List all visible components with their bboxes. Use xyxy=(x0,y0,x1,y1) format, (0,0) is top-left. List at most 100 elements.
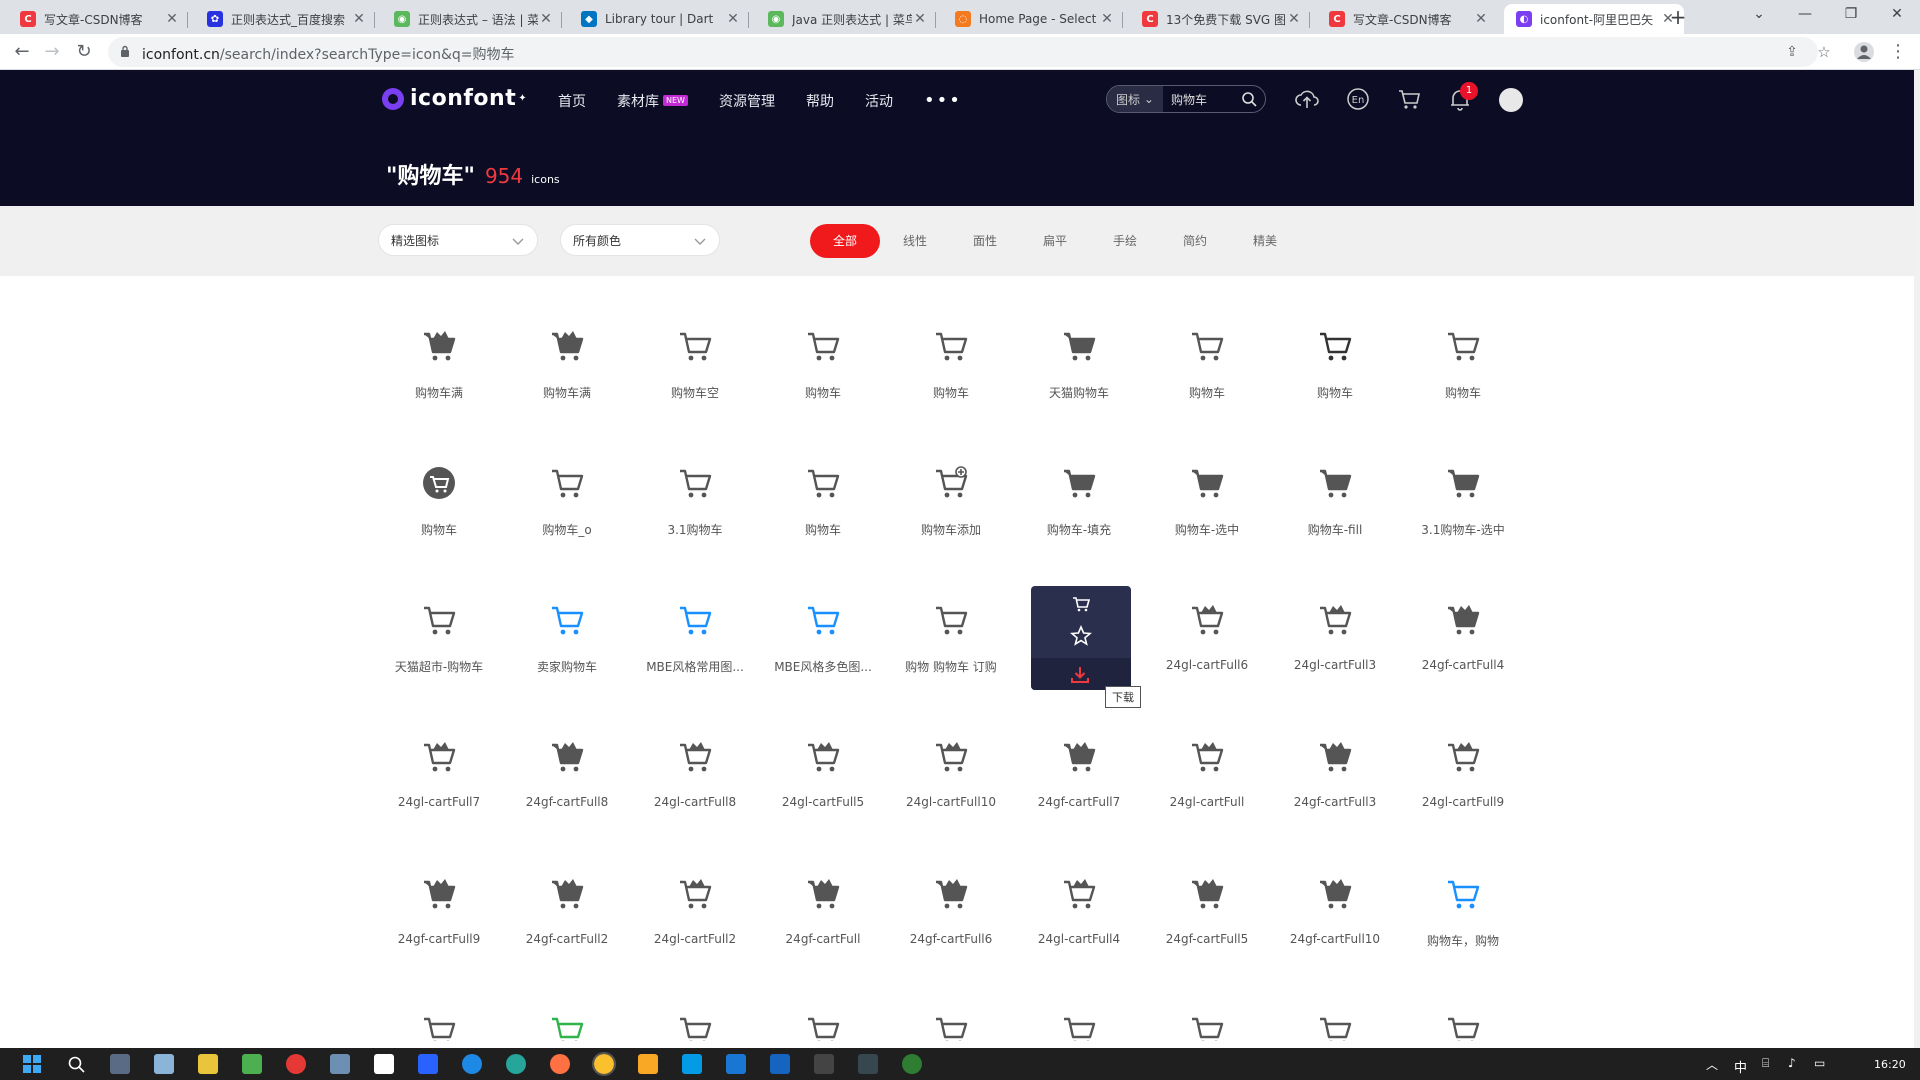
battery-icon[interactable]: ▭ xyxy=(1814,1056,1825,1070)
nav-home[interactable]: 首页 xyxy=(558,91,586,111)
icon-card[interactable]: 24gl-cartFull5 xyxy=(759,717,887,827)
icon-card[interactable]: 购物车 xyxy=(887,306,1015,416)
app-icon[interactable] xyxy=(198,1054,218,1074)
tab-close-icon[interactable]: ✕ xyxy=(1286,11,1302,27)
icon-card[interactable]: 24gf-cartFull9 xyxy=(375,854,503,964)
color-select[interactable]: 所有颜色 xyxy=(560,224,720,256)
icon-card[interactable]: 24gl-cartFull8 xyxy=(631,717,759,827)
browser-menu-icon[interactable]: ⋮ xyxy=(1886,40,1910,64)
back-icon[interactable]: ← xyxy=(10,40,34,64)
icon-card[interactable]: 购物车添加 xyxy=(887,443,1015,553)
tab-close-icon[interactable]: ✕ xyxy=(912,11,928,27)
wechat-app-icon[interactable] xyxy=(902,1054,922,1074)
clock-time[interactable]: 16:20 xyxy=(1874,1058,1906,1071)
icon-card[interactable]: 24gl-cartFull4 xyxy=(1015,854,1143,964)
icon-card[interactable]: 24gf-cartFull4 xyxy=(1399,580,1527,690)
browser-tab[interactable]: C 写文章-CSDN博客 ✕ xyxy=(8,4,188,34)
app-icon[interactable] xyxy=(242,1054,262,1074)
bookmark-star-icon[interactable]: ☆ xyxy=(1812,40,1836,64)
icon-card[interactable]: 24gl-cartFull10 xyxy=(887,717,1015,827)
nav-library[interactable]: 素材库 NEW xyxy=(617,91,688,111)
icon-card[interactable] xyxy=(503,991,631,1041)
app-icon[interactable] xyxy=(330,1054,350,1074)
icon-card[interactable] xyxy=(887,991,1015,1041)
nav-events[interactable]: 活动 xyxy=(865,91,893,111)
icon-card[interactable]: 购物 购物车 订购 xyxy=(887,580,1015,690)
mail-app-icon[interactable] xyxy=(682,1054,702,1074)
icon-type-select[interactable]: 精选图标 xyxy=(378,224,538,256)
icon-card[interactable] xyxy=(1399,991,1527,1041)
icon-card[interactable]: 24gl-cartFull xyxy=(1143,717,1271,827)
share-icon[interactable]: ⇪ xyxy=(1780,40,1804,64)
reload-icon[interactable]: ↻ xyxy=(72,40,96,64)
profile-icon[interactable] xyxy=(1852,40,1876,64)
search-type-select[interactable]: 图标 ⌄ xyxy=(1107,86,1163,112)
icon-card[interactable]: 24gf-cartFull7 xyxy=(1015,717,1143,827)
style-tab[interactable]: 精美 xyxy=(1230,224,1300,258)
browser-tab[interactable]: C 13个免费下载 SVG 图 ✕ xyxy=(1130,4,1310,34)
icon-card[interactable]: 购物车 xyxy=(1143,306,1271,416)
firefox-app-icon[interactable] xyxy=(550,1054,570,1074)
word-app-icon[interactable] xyxy=(770,1054,790,1074)
nav-help[interactable]: 帮助 xyxy=(806,91,834,111)
browser-tab[interactable]: ◉ Java 正则表达式 | 菜鸟 ✕ xyxy=(756,4,936,34)
tab-search-icon[interactable]: ⌄ xyxy=(1736,0,1782,30)
app-icon[interactable] xyxy=(418,1054,438,1074)
avatar[interactable] xyxy=(1499,88,1523,112)
minimize-icon[interactable]: — xyxy=(1782,0,1828,30)
icon-card[interactable]: 购物车 xyxy=(1399,306,1527,416)
icon-card[interactable]: 24gl-cartFull6 xyxy=(1143,580,1271,690)
icon-card[interactable]: 天猫超市-购物车 xyxy=(375,580,503,690)
icon-card[interactable]: 购物车-fill xyxy=(1271,443,1399,553)
add-to-cart-icon[interactable] xyxy=(1071,594,1091,614)
icon-card[interactable]: 24gl-cartFull9 xyxy=(1399,717,1527,827)
icon-card[interactable]: 24gf-cartFull3 xyxy=(1271,717,1399,827)
app-icon[interactable] xyxy=(462,1054,482,1074)
style-tab[interactable]: 扁平 xyxy=(1020,224,1090,258)
icon-card[interactable]: 24gl-cartFull7 xyxy=(375,717,503,827)
tab-close-icon[interactable]: ✕ xyxy=(725,11,741,27)
browser-tab[interactable]: ◆ Library tour | Dart ✕ xyxy=(569,4,749,34)
search-box[interactable]: 图标 ⌄ 购物车 xyxy=(1106,85,1266,113)
icon-card[interactable]: 24gf-cartFull5 xyxy=(1143,854,1271,964)
icon-card[interactable]: 购物车_o xyxy=(503,443,631,553)
tray-chevron-icon[interactable]: ︿ xyxy=(1706,1056,1718,1073)
edge-app-icon[interactable] xyxy=(506,1054,526,1074)
new-tab-button[interactable]: + xyxy=(1664,6,1692,30)
icon-card[interactable]: MBE风格多色图... xyxy=(759,580,887,690)
tab-close-icon[interactable]: ✕ xyxy=(538,11,554,27)
browser-tab[interactable]: ◌ Home Page - Select ✕ xyxy=(943,4,1123,34)
page-scrollbar[interactable] xyxy=(1914,70,1920,1048)
ime-indicator[interactable]: 中 xyxy=(1734,1057,1747,1076)
search-input[interactable]: 购物车 xyxy=(1171,91,1241,108)
icon-card[interactable]: 24gf-cartFull xyxy=(759,854,887,964)
language-en-icon[interactable]: En xyxy=(1345,86,1371,112)
style-tab[interactable]: 全部 xyxy=(810,224,880,258)
iconfont-logo[interactable]: iconfont ✦ xyxy=(382,86,527,111)
icon-card[interactable]: 24gf-cartFull6 xyxy=(887,854,1015,964)
icon-card[interactable]: 天猫购物车 xyxy=(1015,306,1143,416)
browser-tab[interactable]: ◉ 正则表达式 – 语法 | 菜 ✕ xyxy=(382,4,562,34)
icon-card[interactable] xyxy=(631,991,759,1041)
style-tab[interactable]: 简约 xyxy=(1160,224,1230,258)
icon-card[interactable]: 购物车，购物 xyxy=(1399,854,1527,964)
icon-card[interactable]: 购物车 xyxy=(1271,306,1399,416)
icon-card[interactable]: 购物车 xyxy=(759,306,887,416)
icon-card[interactable] xyxy=(759,991,887,1041)
tab-close-icon[interactable]: ✕ xyxy=(164,11,180,27)
icon-card[interactable]: 购物车满 xyxy=(375,306,503,416)
vscode-app-icon[interactable] xyxy=(726,1054,746,1074)
browser-tab[interactable]: ✿ 正则表达式_百度搜索 ✕ xyxy=(195,4,375,34)
more-menu-icon[interactable]: ••• xyxy=(924,90,962,111)
icon-card[interactable]: 购物车满 xyxy=(503,306,631,416)
icon-card[interactable]: 24gf-cartFull2 xyxy=(503,854,631,964)
icon-card[interactable]: MBE风格常用图... xyxy=(631,580,759,690)
nav-resources[interactable]: 资源管理 xyxy=(719,91,775,111)
typora-app-icon[interactable] xyxy=(374,1054,394,1074)
network-icon[interactable]: ⌸ xyxy=(1762,1056,1769,1071)
restore-icon[interactable]: ❐ xyxy=(1828,0,1874,30)
icon-card[interactable]: 购物车-选中 xyxy=(1143,443,1271,553)
icon-card[interactable]: 24gf-cartFull8 xyxy=(503,717,631,827)
file-explorer-app-icon[interactable] xyxy=(154,1054,174,1074)
forward-icon[interactable]: → xyxy=(40,40,64,64)
